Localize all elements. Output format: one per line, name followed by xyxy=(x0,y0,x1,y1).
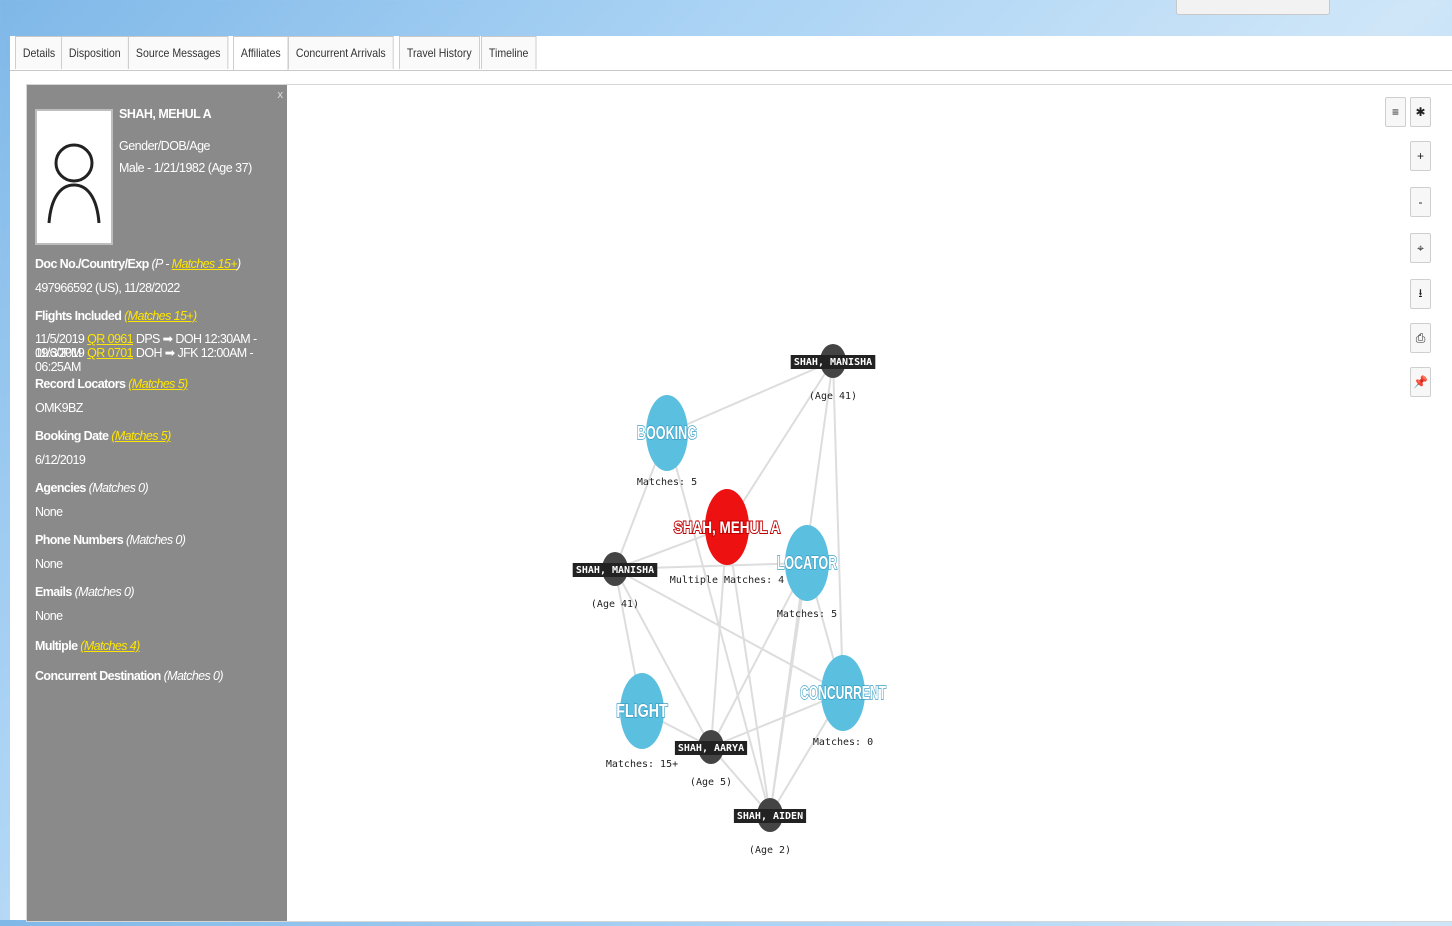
node-sublabel: (Age 2) xyxy=(749,845,791,856)
gender-dob-value: Male - 1/21/1982 (Age 37) xyxy=(119,161,252,175)
graph-node-manisha2[interactable]: SHAH, MANISHA (Age 41) xyxy=(572,552,658,610)
affiliates-graph[interactable]: SHAH, MEHUL A Multiple Matches: 4 BOOKING M… xyxy=(287,85,1452,921)
settings-icon[interactable]: ✱ xyxy=(1410,97,1431,127)
node-sublabel: Multiple Matches: 4 xyxy=(670,575,784,586)
download-icon[interactable]: ⭳ xyxy=(1410,279,1431,309)
emails-matches: (Matches 0) xyxy=(74,585,135,599)
tab-timeline[interactable]: Timeline xyxy=(481,36,537,69)
node-label: CONCURRENT xyxy=(800,683,886,703)
center-icon[interactable]: ⌖ xyxy=(1410,233,1431,263)
node-sublabel: (Age 5) xyxy=(690,777,732,788)
doc-prefix: (P - xyxy=(151,257,172,271)
concurrent-field: Concurrent Destination (Matches 0) xyxy=(35,669,224,683)
tab-bar: Details Disposition Source Messages Affi… xyxy=(15,36,537,71)
multiple-matches-link[interactable]: (Matches 4) xyxy=(80,639,140,653)
graph-node-aiden[interactable]: SHAH, AIDEN (Age 2) xyxy=(733,798,807,856)
node-label: SHAH, AIDEN xyxy=(737,811,803,822)
app-window: Details Disposition Source Messages Affi… xyxy=(10,36,1452,922)
locators-field: Record Locators (Matches 5) xyxy=(35,377,188,391)
flights-label: Flights Included xyxy=(35,309,122,323)
tab-details[interactable]: Details xyxy=(15,36,64,69)
flight-row: 11/6/2019 QR 0701 DOH ➡ JFK 12:00AM - 06… xyxy=(35,345,287,374)
person-silhouette-icon xyxy=(47,143,101,224)
graph-node-aarya[interactable]: SHAH, AARYA (Age 5) xyxy=(674,730,748,788)
node-sublabel: (Age 41) xyxy=(591,599,639,610)
agencies-value: None xyxy=(35,505,63,519)
flights-matches-link[interactable]: (Matches 15+) xyxy=(124,309,197,323)
concurrent-label: Concurrent Destination xyxy=(35,669,161,683)
close-panel-button[interactable]: x xyxy=(278,89,284,101)
flight-date: 11/6/2019 xyxy=(35,346,85,360)
zoom-out-button[interactable]: - xyxy=(1410,187,1431,217)
graph-node-concurrent[interactable]: CONCURRENT Matches: 0 xyxy=(799,655,887,748)
graph-node-locator[interactable]: LOCATOR Matches: 5 xyxy=(776,525,838,620)
booking-label: Booking Date xyxy=(35,429,109,443)
subject-name: SHAH, MEHUL A xyxy=(119,107,212,121)
tab-divider xyxy=(10,70,1452,71)
phones-label: Phone Numbers xyxy=(35,533,124,547)
avatar xyxy=(35,109,113,245)
graph-edge xyxy=(832,360,844,694)
network-graph[interactable]: SHAH, MEHUL A Multiple Matches: 4 BOOKING M… xyxy=(287,85,1452,921)
doc-matches-link[interactable]: Matches 15+ xyxy=(172,257,238,271)
pin-icon[interactable]: 📌 xyxy=(1410,367,1431,397)
node-sublabel: (Age 41) xyxy=(809,391,857,402)
node-label: LOCATOR xyxy=(777,553,837,573)
graph-node-booking[interactable]: BOOKING Matches: 5 xyxy=(636,395,698,488)
node-label: SHAH, MANISHA xyxy=(576,565,654,576)
top-widget[interactable] xyxy=(1176,0,1330,15)
affiliates-content: x SHAH, MEHUL A Gender/DOB/Age Male - 1/… xyxy=(26,84,1452,922)
concurrent-matches: (Matches 0) xyxy=(163,669,224,683)
doc-suffix: ) xyxy=(236,257,241,271)
agencies-label: Agencies xyxy=(35,481,86,495)
flight-date: 11/5/2019 xyxy=(35,332,85,346)
node-label: FLIGHT xyxy=(616,701,668,721)
node-sublabel: Matches: 0 xyxy=(813,737,873,748)
graph-node-flight[interactable]: FLIGHT Matches: 15+ xyxy=(606,673,678,770)
node-sublabel: Matches: 5 xyxy=(777,609,837,620)
locators-matches-link[interactable]: (Matches 5) xyxy=(128,377,188,391)
emails-value: None xyxy=(35,609,63,623)
doc-label: Doc No./Country/Exp xyxy=(35,257,149,271)
menu-icon[interactable]: ≡ xyxy=(1385,97,1406,127)
locators-value: OMK9BZ xyxy=(35,401,83,415)
tab-affiliates[interactable]: Affiliates xyxy=(233,36,290,71)
node-label: SHAH, AARYA xyxy=(678,743,744,754)
node-label: SHAH, MANISHA xyxy=(794,357,872,368)
tab-source-messages[interactable]: Source Messages xyxy=(128,36,229,69)
locators-label: Record Locators xyxy=(35,377,126,391)
tab-travel-history[interactable]: Travel History xyxy=(398,36,480,69)
zoom-in-button[interactable]: + xyxy=(1410,141,1431,171)
agencies-field: Agencies (Matches 0) xyxy=(35,481,149,495)
emails-label: Emails xyxy=(35,585,72,599)
phones-matches: (Matches 0) xyxy=(125,533,186,547)
multiple-label: Multiple xyxy=(35,639,78,653)
node-label: SHAH, MEHUL A xyxy=(674,518,781,537)
phones-value: None xyxy=(35,557,63,571)
node-sublabel: Matches: 5 xyxy=(637,477,697,488)
flight-number-link[interactable]: QR 0701 xyxy=(87,346,133,360)
booking-field: Booking Date (Matches 5) xyxy=(35,429,171,443)
gender-dob-label: Gender/DOB/Age xyxy=(119,139,210,153)
print-icon[interactable]: ⎙ xyxy=(1410,323,1431,353)
tab-concurrent-arrivals[interactable]: Concurrent Arrivals xyxy=(287,36,394,69)
tab-disposition[interactable]: Disposition xyxy=(60,36,129,69)
flight-number-link[interactable]: QR 0961 xyxy=(87,332,133,346)
doc-value: 497966592 (US), 11/28/2022 xyxy=(35,281,180,295)
agencies-matches: (Matches 0) xyxy=(88,481,149,495)
booking-matches-link[interactable]: (Matches 5) xyxy=(111,429,171,443)
booking-value: 6/12/2019 xyxy=(35,453,86,467)
phones-field: Phone Numbers (Matches 0) xyxy=(35,533,186,547)
doc-field: Doc No./Country/Exp (P - Matches 15+) xyxy=(35,257,241,271)
node-sublabel: Matches: 15+ xyxy=(606,759,678,770)
node-label: BOOKING xyxy=(637,423,697,443)
flights-field: Flights Included (Matches 15+) xyxy=(35,309,197,323)
details-panel: x SHAH, MEHUL A Gender/DOB/Age Male - 1/… xyxy=(27,85,287,921)
multiple-field: Multiple (Matches 4) xyxy=(35,639,140,653)
emails-field: Emails (Matches 0) xyxy=(35,585,135,599)
